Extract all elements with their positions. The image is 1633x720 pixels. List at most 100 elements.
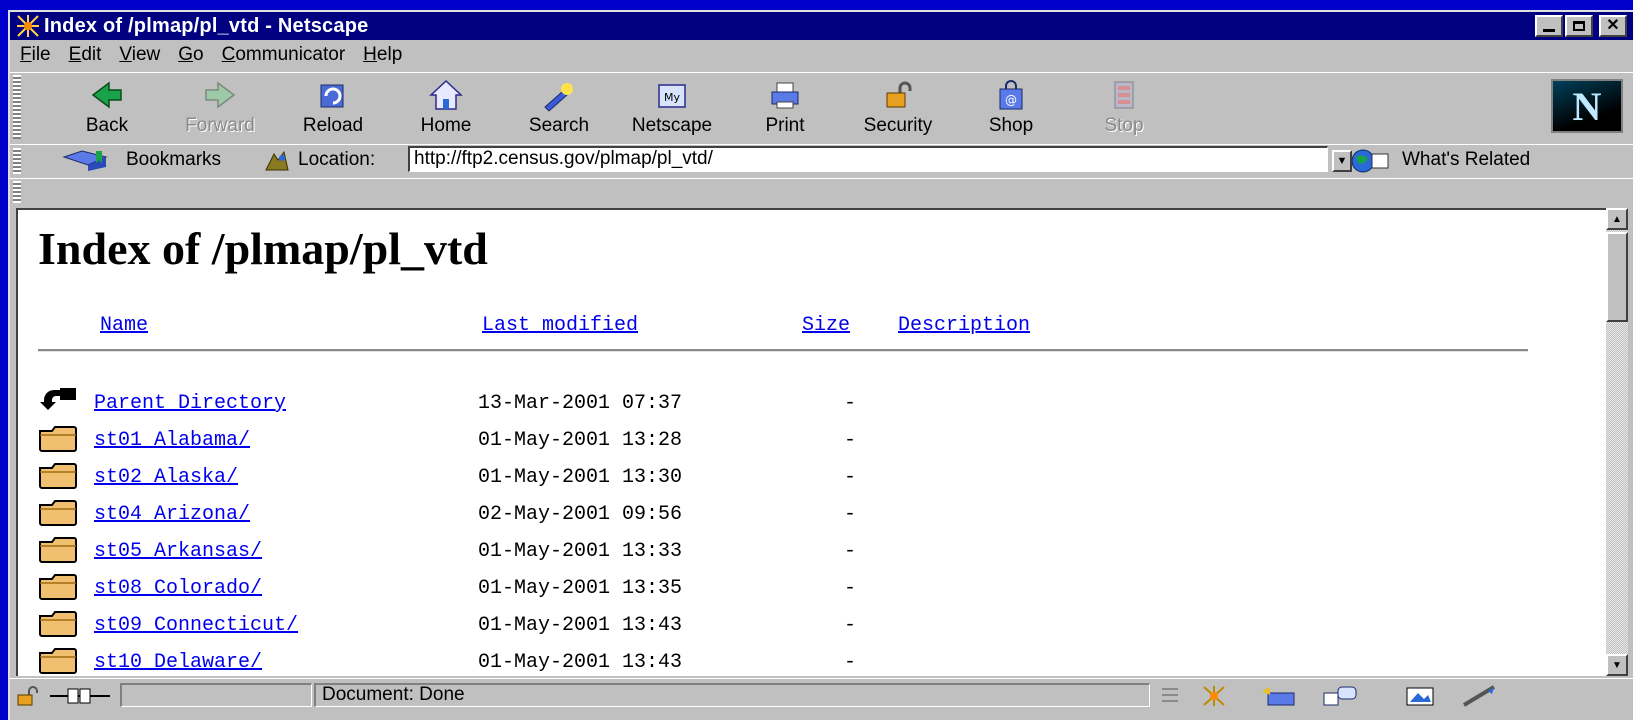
mail-icon[interactable] — [1260, 685, 1296, 707]
entry-link[interactable]: st02 Alaska/ — [94, 466, 238, 489]
forward-button[interactable]: Forward — [170, 77, 270, 137]
whats-related-button[interactable]: What's Related — [1402, 149, 1530, 171]
shop-button[interactable]: @ Shop — [961, 77, 1061, 137]
folder-icon — [39, 537, 77, 563]
location-url-input[interactable]: http://ftp2.census.gov/plmap/pl_vtd/ — [408, 146, 1328, 172]
home-button[interactable]: Home — [396, 77, 496, 137]
folder-icon — [39, 648, 77, 674]
close-icon: ✕ — [1606, 17, 1620, 34]
entry-link[interactable]: st01 Alabama/ — [94, 429, 250, 452]
menu-bar: File Edit View Go Communicator Help — [10, 41, 1633, 69]
entry-size: - — [844, 503, 857, 526]
security-lock-icon[interactable] — [14, 685, 42, 707]
entry-link[interactable]: st05 Arkansas/ — [94, 540, 262, 563]
security-button[interactable]: Security — [848, 77, 948, 137]
shopping-bag-icon: @ — [999, 80, 1023, 110]
svg-text:@: @ — [1005, 93, 1017, 107]
personal-toolbar-grip[interactable] — [13, 181, 21, 203]
minimize-icon — [1543, 28, 1555, 32]
entry-link[interactable]: st04 Arizona/ — [94, 503, 250, 526]
close-button[interactable]: ✕ — [1599, 15, 1627, 37]
status-text-field: Document: Done — [314, 683, 1150, 707]
location-label: Location: — [298, 149, 376, 170]
search-label: Search — [528, 115, 590, 136]
menu-view[interactable]: View — [119, 44, 160, 66]
bookmarks-icon — [62, 150, 108, 171]
entry-link[interactable]: st10 Delaware/ — [94, 651, 262, 674]
page-proxy-icon[interactable] — [264, 150, 290, 172]
reload-label: Reload — [302, 115, 364, 136]
netscape-logo[interactable]: N — [1551, 79, 1623, 133]
menu-help[interactable]: Help — [363, 44, 402, 66]
component-bar-grip-icon[interactable] — [1160, 685, 1180, 707]
last-modified-column-header[interactable]: Last modified — [482, 314, 638, 337]
folder-icon — [39, 611, 77, 637]
stop-button[interactable]: Stop — [1074, 77, 1174, 137]
folder-icon — [39, 463, 77, 489]
personal-toolbar — [10, 178, 1633, 207]
menu-go[interactable]: Go — [178, 44, 203, 66]
folder-icon — [39, 500, 77, 526]
parent-directory-icon — [40, 388, 76, 410]
print-button[interactable]: Print — [735, 77, 835, 137]
description-column-header[interactable]: Description — [898, 314, 1030, 337]
toolbar-grip[interactable] — [13, 75, 21, 139]
vertical-scrollbar[interactable]: ▲ ▼ — [1606, 208, 1628, 676]
entry-link[interactable]: Parent Directory — [94, 392, 286, 415]
title-bar[interactable]: Index of /plmap/pl_vtd - Netscape ✕ — [10, 12, 1633, 40]
my-netscape-icon: My — [658, 84, 686, 108]
scroll-down-button[interactable]: ▼ — [1606, 654, 1628, 676]
page-title: Index of /plmap/pl_vtd — [38, 223, 488, 274]
maximize-icon — [1573, 21, 1585, 31]
connection-status-icon[interactable] — [48, 685, 112, 707]
padlock-icon — [886, 81, 912, 108]
name-column-header[interactable]: Name — [100, 314, 148, 337]
reload-button[interactable]: Reload — [283, 77, 383, 137]
search-flashlight-icon — [544, 83, 573, 112]
discussions-icon[interactable] — [1322, 685, 1358, 707]
entry-modified: 01-May-2001 13:43 — [478, 614, 683, 637]
search-button[interactable]: Search — [509, 77, 609, 137]
print-label: Print — [765, 115, 805, 136]
entry-size: - — [844, 540, 857, 563]
back-button[interactable]: Back — [57, 77, 157, 137]
menu-edit[interactable]: Edit — [69, 44, 102, 66]
status-text: Document: Done — [322, 684, 465, 705]
printer-icon — [771, 82, 799, 109]
size-column-header[interactable]: Size — [802, 314, 850, 337]
menu-communicator[interactable]: Communicator — [222, 44, 346, 66]
entry-modified: 13-Mar-2001 07:37 — [478, 392, 683, 415]
reload-icon — [320, 84, 344, 108]
whats-related-icon — [1351, 149, 1389, 173]
menu-file[interactable]: File — [20, 44, 51, 66]
forward-arrow-icon — [205, 81, 236, 109]
window-title: Index of /plmap/pl_vtd - Netscape — [44, 14, 369, 37]
minimize-button[interactable] — [1535, 15, 1563, 37]
entry-modified: 01-May-2001 13:33 — [478, 540, 683, 563]
back-arrow-icon — [91, 81, 122, 109]
maximize-button[interactable] — [1565, 15, 1593, 37]
shop-label: Shop — [988, 115, 1034, 136]
entry-size: - — [844, 577, 857, 600]
entry-size: - — [844, 429, 857, 452]
entry-size: - — [844, 614, 857, 637]
scroll-thumb[interactable] — [1606, 232, 1628, 322]
netscape-label: Netscape — [631, 115, 713, 136]
navigator-icon[interactable] — [1200, 685, 1228, 707]
url-history-dropdown[interactable]: ▼ — [1332, 150, 1352, 172]
entry-size: - — [844, 651, 857, 674]
arrow-down-icon: ▼ — [1612, 659, 1622, 671]
stop-icon — [1114, 81, 1134, 109]
netscape-app-icon — [16, 14, 40, 38]
composer-icon[interactable] — [1404, 685, 1436, 707]
entry-link[interactable]: st08 Colorado/ — [94, 577, 262, 600]
pen-edit-icon[interactable] — [1460, 685, 1504, 707]
navigation-toolbar: Back Forward Reload Home Search My Netsc… — [10, 72, 1633, 143]
entry-link[interactable]: st09 Connecticut/ — [94, 614, 298, 637]
bookmarks-button[interactable]: Bookmarks — [126, 149, 221, 171]
netscape-button[interactable]: My Netscape — [622, 77, 722, 137]
scroll-up-button[interactable]: ▲ — [1606, 208, 1628, 230]
location-grip[interactable] — [13, 148, 21, 174]
security-label: Security — [863, 115, 933, 136]
svg-text:My: My — [664, 91, 680, 104]
